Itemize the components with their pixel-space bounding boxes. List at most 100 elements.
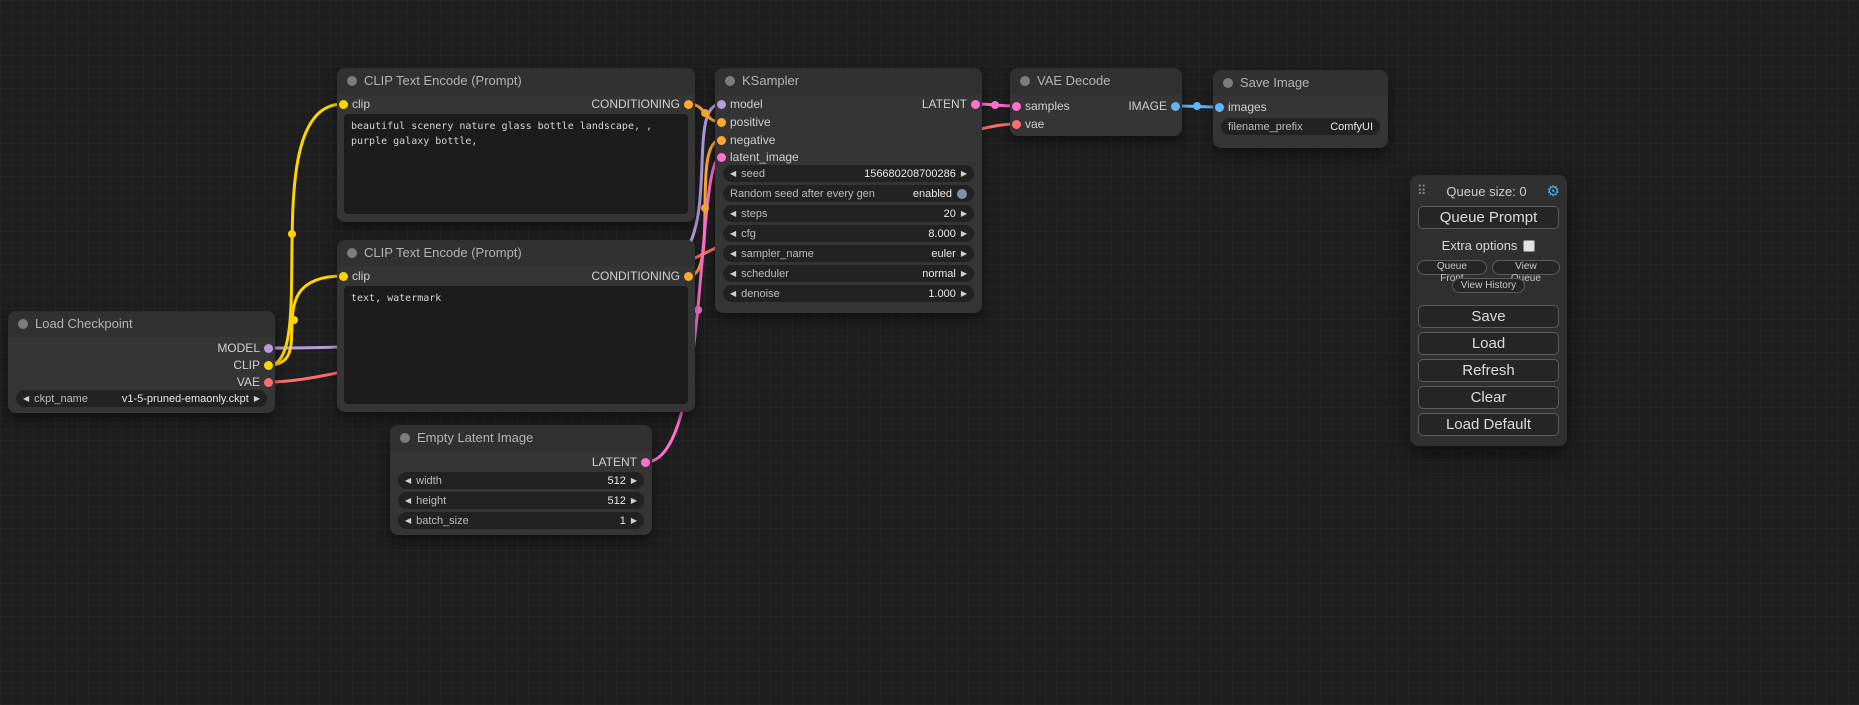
toggle-dot-icon[interactable] bbox=[957, 189, 967, 199]
node-clip-text-encode-negative[interactable]: CLIP Text Encode (Prompt) clip CONDITION… bbox=[337, 240, 695, 412]
node-title-text: Empty Latent Image bbox=[417, 430, 533, 445]
batch-size-widget[interactable]: ◀ batch_size 1 ▶ bbox=[398, 512, 644, 529]
node-clip-text-encode-positive[interactable]: CLIP Text Encode (Prompt) clip CONDITION… bbox=[337, 68, 695, 222]
arrow-left-icon[interactable]: ◀ bbox=[730, 245, 736, 262]
ckpt-name-widget[interactable]: ◀ ckpt_name v1-5-pruned-emaonly.ckpt ▶ bbox=[16, 390, 267, 407]
input-slot-images[interactable] bbox=[1215, 103, 1224, 112]
node-title-bar[interactable]: Save Image bbox=[1213, 70, 1388, 96]
widget-label: batch_size bbox=[416, 515, 469, 527]
node-collapse-dot-icon[interactable] bbox=[1020, 76, 1030, 86]
scheduler-widget[interactable]: ◀ scheduler normal ▶ bbox=[723, 265, 974, 282]
seed-widget[interactable]: ◀ seed 156680208700286 ▶ bbox=[723, 165, 974, 182]
output-slot-latent[interactable] bbox=[971, 100, 980, 109]
filename-prefix-widget[interactable]: filename_prefix ComfyUI bbox=[1221, 118, 1380, 135]
arrow-left-icon[interactable]: ◀ bbox=[730, 285, 736, 302]
load-button[interactable]: Load bbox=[1418, 332, 1559, 355]
node-collapse-dot-icon[interactable] bbox=[400, 433, 410, 443]
widget-label: denoise bbox=[741, 288, 780, 300]
output-slot-vae[interactable] bbox=[264, 378, 273, 387]
denoise-widget[interactable]: ◀ denoise 1.000 ▶ bbox=[723, 285, 974, 302]
node-title-bar[interactable]: CLIP Text Encode (Prompt) bbox=[337, 68, 695, 94]
widget-label: scheduler bbox=[741, 268, 789, 280]
arrow-right-icon[interactable]: ▶ bbox=[961, 225, 967, 242]
arrow-right-icon[interactable]: ▶ bbox=[631, 472, 637, 489]
arrow-left-icon[interactable]: ◀ bbox=[730, 165, 736, 182]
input-slot-clip[interactable] bbox=[339, 272, 348, 281]
sampler-name-widget[interactable]: ◀ sampler_name euler ▶ bbox=[723, 245, 974, 262]
output-slot-conditioning[interactable] bbox=[684, 272, 693, 281]
arrow-right-icon[interactable]: ▶ bbox=[254, 390, 260, 407]
node-title-bar[interactable]: Load Checkpoint bbox=[8, 311, 275, 337]
input-slot-vae[interactable] bbox=[1012, 120, 1021, 129]
arrow-right-icon[interactable]: ▶ bbox=[961, 245, 967, 262]
input-label-latent-image: latent_image bbox=[730, 150, 799, 165]
arrow-left-icon[interactable]: ◀ bbox=[730, 265, 736, 282]
node-collapse-dot-icon[interactable] bbox=[347, 248, 357, 258]
height-widget[interactable]: ◀ height 512 ▶ bbox=[398, 492, 644, 509]
arrow-right-icon[interactable]: ▶ bbox=[961, 265, 967, 282]
output-slot-image[interactable] bbox=[1171, 102, 1180, 111]
arrow-left-icon[interactable]: ◀ bbox=[730, 225, 736, 242]
arrow-right-icon[interactable]: ▶ bbox=[961, 205, 967, 222]
input-slot-model[interactable] bbox=[717, 100, 726, 109]
clear-button[interactable]: Clear bbox=[1418, 386, 1559, 409]
node-title-bar[interactable]: VAE Decode bbox=[1010, 68, 1182, 94]
arrow-left-icon[interactable]: ◀ bbox=[405, 512, 411, 529]
arrow-left-icon[interactable]: ◀ bbox=[23, 390, 29, 407]
input-label-negative: negative bbox=[730, 133, 775, 148]
node-collapse-dot-icon[interactable] bbox=[347, 76, 357, 86]
arrow-right-icon[interactable]: ▶ bbox=[631, 512, 637, 529]
width-widget[interactable]: ◀ width 512 ▶ bbox=[398, 472, 644, 489]
input-slot-samples[interactable] bbox=[1012, 102, 1021, 111]
widget-label: cfg bbox=[741, 228, 756, 240]
arrow-right-icon[interactable]: ▶ bbox=[961, 165, 967, 182]
widget-value: ComfyUI bbox=[1330, 121, 1373, 133]
view-queue-button[interactable]: View Queue bbox=[1492, 260, 1560, 275]
node-ksampler[interactable]: KSampler model positive negative latent_… bbox=[715, 68, 982, 313]
node-load-checkpoint[interactable]: Load Checkpoint MODEL CLIP VAE ◀ ckpt_na… bbox=[8, 311, 275, 413]
output-slot-latent[interactable] bbox=[641, 458, 650, 467]
settings-gear-icon[interactable]: ⚙ bbox=[1547, 182, 1560, 200]
node-vae-decode[interactable]: VAE Decode samples vae IMAGE bbox=[1010, 68, 1182, 136]
node-title-bar[interactable]: KSampler bbox=[715, 68, 982, 94]
input-slot-latent-image[interactable] bbox=[717, 153, 726, 162]
input-slot-positive[interactable] bbox=[717, 118, 726, 127]
node-collapse-dot-icon[interactable] bbox=[18, 319, 28, 329]
arrow-right-icon[interactable]: ▶ bbox=[961, 285, 967, 302]
widget-label: filename_prefix bbox=[1228, 121, 1303, 133]
input-slot-negative[interactable] bbox=[717, 136, 726, 145]
extra-options-label: Extra options bbox=[1442, 238, 1518, 253]
positive-prompt-textarea[interactable]: beautiful scenery nature glass bottle la… bbox=[344, 114, 688, 214]
node-title-bar[interactable]: Empty Latent Image bbox=[390, 425, 652, 451]
save-button[interactable]: Save bbox=[1418, 305, 1559, 328]
load-default-button[interactable]: Load Default bbox=[1418, 413, 1559, 436]
random-seed-toggle-widget[interactable]: Random seed after every gen enabled bbox=[723, 185, 974, 202]
negative-prompt-textarea[interactable]: text, watermark bbox=[344, 286, 688, 404]
input-slot-clip[interactable] bbox=[339, 100, 348, 109]
drag-handle-icon[interactable]: ⠿ bbox=[1417, 183, 1427, 199]
node-save-image[interactable]: Save Image images filename_prefix ComfyU… bbox=[1213, 70, 1388, 148]
steps-widget[interactable]: ◀ steps 20 ▶ bbox=[723, 205, 974, 222]
output-slot-model[interactable] bbox=[264, 344, 273, 353]
queue-front-button[interactable]: Queue Front bbox=[1417, 260, 1487, 275]
node-title-text: Load Checkpoint bbox=[35, 316, 133, 331]
arrow-left-icon[interactable]: ◀ bbox=[405, 492, 411, 509]
output-slot-clip[interactable] bbox=[264, 361, 273, 370]
output-slot-conditioning[interactable] bbox=[684, 100, 693, 109]
view-history-button[interactable]: View History bbox=[1452, 278, 1525, 293]
queue-prompt-button[interactable]: Queue Prompt bbox=[1418, 206, 1559, 229]
extra-options-checkbox[interactable] bbox=[1523, 240, 1535, 252]
output-label-conditioning: CONDITIONING bbox=[591, 97, 680, 112]
widget-value: v1-5-pruned-emaonly.ckpt bbox=[122, 393, 249, 405]
node-collapse-dot-icon[interactable] bbox=[1223, 78, 1233, 88]
node-empty-latent-image[interactable]: Empty Latent Image LATENT ◀ width 512 ▶ … bbox=[390, 425, 652, 535]
node-collapse-dot-icon[interactable] bbox=[725, 76, 735, 86]
cfg-widget[interactable]: ◀ cfg 8.000 ▶ bbox=[723, 225, 974, 242]
arrow-right-icon[interactable]: ▶ bbox=[631, 492, 637, 509]
arrow-left-icon[interactable]: ◀ bbox=[730, 205, 736, 222]
output-label-image: IMAGE bbox=[1128, 99, 1167, 114]
node-title-bar[interactable]: CLIP Text Encode (Prompt) bbox=[337, 240, 695, 266]
arrow-left-icon[interactable]: ◀ bbox=[405, 472, 411, 489]
input-label-samples: samples bbox=[1025, 99, 1070, 114]
refresh-button[interactable]: Refresh bbox=[1418, 359, 1559, 382]
